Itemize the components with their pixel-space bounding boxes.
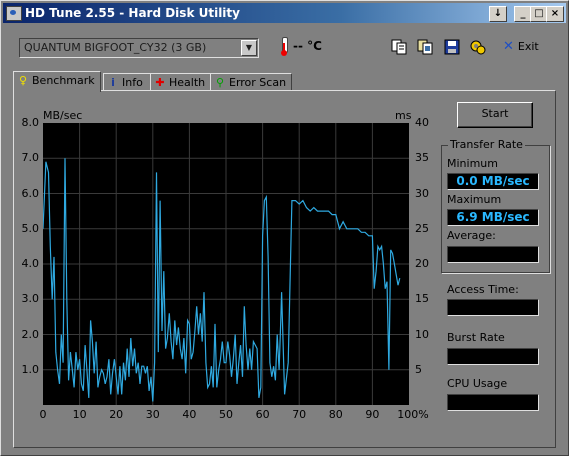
maximum-label: Maximum — [447, 193, 502, 206]
tab-health-label: Health — [169, 76, 206, 89]
copy-screenshot-icon[interactable] — [416, 38, 434, 56]
y-tick-label: 2.0 — [21, 327, 40, 341]
tab-benchmark-label: Benchmark — [32, 74, 95, 87]
tab-error-scan[interactable]: ⚲ Error Scan — [210, 73, 292, 91]
y-tick-label: 8.0 — [21, 116, 40, 129]
access-time-label: Access Time: — [447, 283, 519, 296]
x-tick-label: 70 — [292, 408, 307, 421]
scroll-down-icon[interactable]: ↓ — [489, 6, 507, 22]
y-right-tick-label: 35 — [415, 151, 429, 165]
x-tick-label: 90 — [365, 408, 380, 421]
exit-label: Exit — [517, 40, 539, 53]
x-tick-label: 10 — [72, 408, 87, 421]
chevron-down-icon[interactable]: ▼ — [241, 40, 257, 56]
x-tick-label: 40 — [182, 408, 197, 421]
temperature-readout: -- °C — [293, 39, 322, 53]
burst-rate-label: Burst Rate — [447, 331, 505, 344]
y-tick-label: 7.0 — [21, 151, 40, 165]
y-tick-label: 4.0 — [21, 257, 40, 270]
toolbar: QUANTUM BIGFOOT_CY32 (3 GB) ▼ -- °C ✕ Exi… — [3, 25, 566, 69]
lightbulb-icon: ♀ — [18, 74, 28, 87]
exit-icon: ✕ — [503, 39, 514, 54]
y-right-tick-label: 30 — [415, 186, 429, 200]
benchmark-chart — [43, 123, 409, 405]
tab-info[interactable]: i Info — [103, 73, 153, 91]
thermometer-icon — [281, 37, 288, 57]
y-axis-right-label: ms — [395, 109, 412, 122]
average-value — [447, 246, 539, 263]
tab-info-label: Info — [122, 76, 143, 89]
drive-select[interactable]: QUANTUM BIGFOOT_CY32 (3 GB) ▼ — [19, 38, 259, 58]
magnifier-icon: ⚲ — [215, 76, 225, 89]
tab-error-scan-label: Error Scan — [229, 76, 287, 89]
cpu-usage-label: CPU Usage — [447, 377, 508, 390]
y-right-tick-label: 40 — [415, 116, 429, 129]
x-tick-label: 20 — [109, 408, 124, 421]
start-button[interactable]: Start — [457, 102, 533, 128]
y-axis-left-label: MB/sec — [43, 109, 83, 122]
close-button[interactable]: × — [546, 6, 564, 22]
window-title: HD Tune 2.55 - Hard Disk Utility — [25, 6, 240, 20]
y-right-tick-label: 10 — [415, 327, 429, 341]
average-label: Average: — [447, 229, 496, 242]
y-tick-label: 6.0 — [21, 186, 40, 200]
y-right-tick-label: 5 — [415, 362, 422, 376]
app-window: HD Tune 2.55 - Hard Disk Utility ↓ _ □ ×… — [0, 0, 569, 456]
minimum-label: Minimum — [447, 157, 498, 170]
x-tick-label: 30 — [145, 408, 160, 421]
health-cross-icon: ✚ — [155, 76, 165, 89]
x-tick-label: 100% — [397, 408, 429, 421]
minimum-value: 0.0 MB/sec — [447, 173, 539, 190]
exit-button[interactable]: ✕ Exit — [503, 39, 539, 54]
y-tick-label: 3.0 — [21, 292, 40, 306]
info-icon: i — [111, 76, 115, 89]
y-right-tick-label: 20 — [415, 257, 429, 270]
burst-rate-value — [447, 348, 539, 365]
y-tick-label: 5.0 — [21, 221, 40, 235]
drive-select-value: QUANTUM BIGFOOT_CY32 (3 GB) — [24, 41, 207, 54]
cpu-usage-value — [447, 394, 539, 411]
x-tick-label: 80 — [328, 408, 343, 421]
tab-health[interactable]: ✚ Health — [150, 73, 212, 91]
y-tick-label: 1.0 — [21, 362, 40, 376]
tab-benchmark[interactable]: ♀ Benchmark — [13, 71, 101, 92]
y-right-tick-label: 25 — [415, 221, 429, 235]
access-time-value — [447, 299, 539, 316]
x-tick-label: 0 — [39, 408, 47, 421]
save-icon[interactable] — [443, 38, 461, 56]
x-tick-label: 60 — [255, 408, 270, 421]
copy-info-icon[interactable] — [390, 38, 408, 56]
transfer-rate-title: Transfer Rate — [448, 138, 525, 151]
y-right-tick-label: 15 — [415, 292, 429, 306]
title-bar[interactable]: HD Tune 2.55 - Hard Disk Utility ↓ _ □ × — [3, 3, 566, 23]
x-tick-label: 50 — [219, 408, 233, 421]
maximum-value: 6.9 MB/sec — [447, 209, 539, 226]
app-icon — [6, 6, 22, 21]
options-icon[interactable] — [469, 38, 487, 56]
